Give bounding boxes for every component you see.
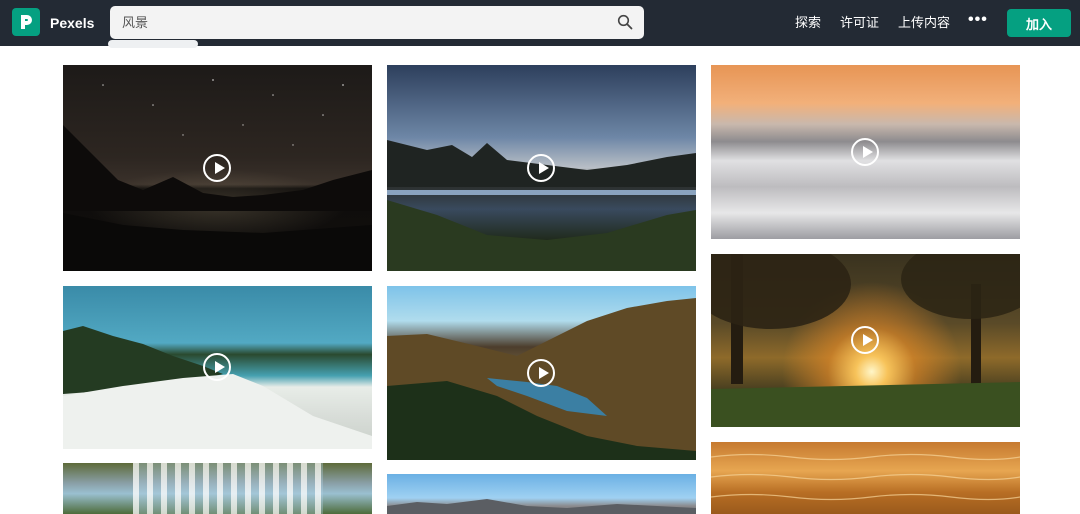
video-tile-snowy-mountains[interactable] (387, 474, 696, 514)
play-icon (851, 138, 879, 166)
nav-upload-link[interactable]: 上传内容 (898, 14, 950, 32)
play-icon (203, 154, 231, 182)
play-icon (527, 154, 555, 182)
join-button[interactable]: 加入 (1007, 9, 1071, 37)
brand-name[interactable]: Pexels (50, 14, 94, 32)
more-options-icon[interactable]: ••• (968, 10, 988, 30)
video-tile-sunlight-through-trees[interactable] (711, 254, 1020, 427)
video-tile-golden-water-waves[interactable] (711, 442, 1020, 514)
video-tile-tropical-beach[interactable] (63, 286, 372, 449)
video-tile-waterfall[interactable] (63, 463, 372, 514)
video-tile-mountain-lake-dusk[interactable] (387, 65, 696, 271)
play-icon (851, 326, 879, 354)
pexels-logo-icon[interactable] (12, 8, 40, 36)
search-box[interactable]: 风景 (110, 6, 644, 39)
search-suggestion-shadow (108, 40, 198, 48)
waterfall-image (133, 463, 323, 514)
nav-explore-link[interactable]: 探索 (795, 14, 821, 32)
video-tile-autumn-forest-valley[interactable] (387, 286, 696, 460)
play-icon (527, 359, 555, 387)
video-tile-starry-night-lake[interactable] (63, 65, 372, 271)
play-icon (203, 353, 231, 381)
video-tile-sea-of-clouds-sunset[interactable] (711, 65, 1020, 239)
search-icon[interactable] (617, 14, 633, 35)
nav-license-link[interactable]: 许可证 (840, 14, 879, 32)
search-input[interactable]: 风景 (122, 14, 148, 31)
